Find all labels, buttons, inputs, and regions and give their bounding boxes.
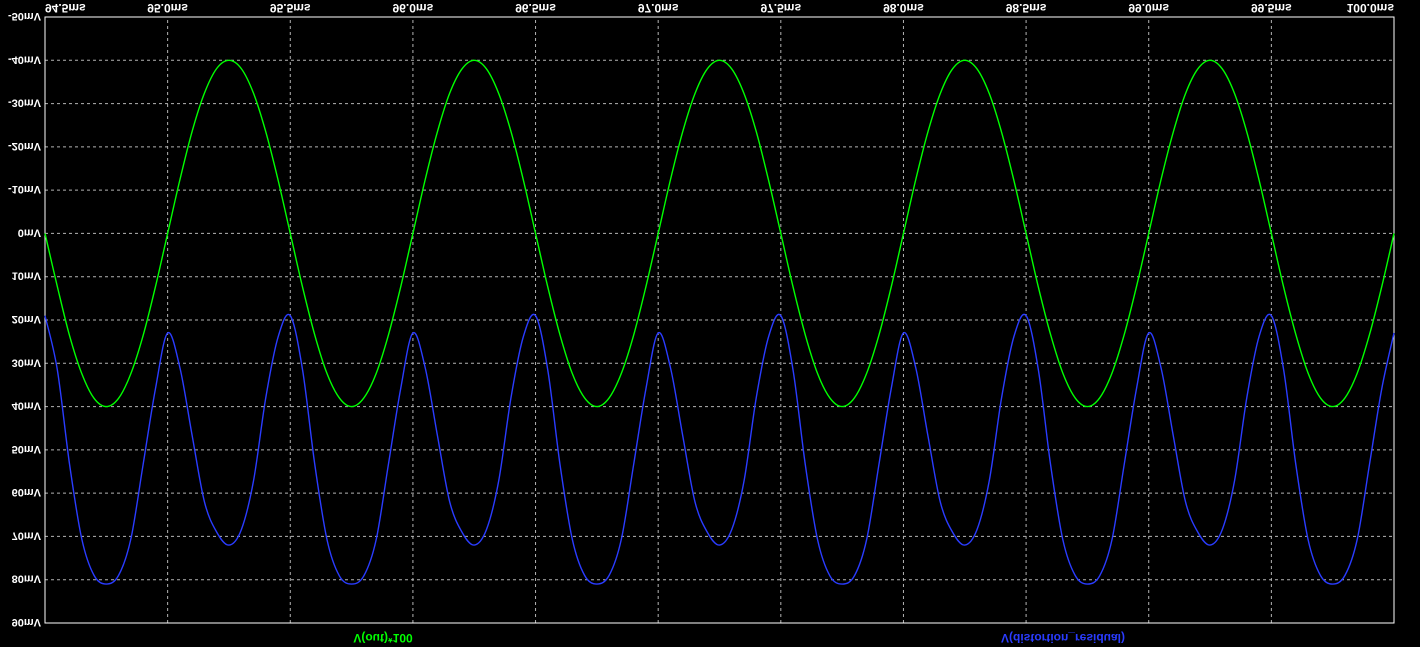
y-tick-label: 0mV <box>18 226 42 238</box>
grid-layer <box>45 17 1394 623</box>
y-tick-label: 60mV <box>12 486 42 498</box>
x-tick-label: 97.0ms <box>638 1 679 15</box>
x-tick-label: 100.0ms <box>1347 1 1395 15</box>
y-tick-label: 40mV <box>12 400 42 412</box>
x-tick-label: 99.5ms <box>1251 1 1292 15</box>
y-tick-label: 30mV <box>12 356 42 368</box>
legend-layer: V(out)*100 V(distortion_residual) <box>353 631 1125 645</box>
y-tick-label: 80mV <box>12 573 42 585</box>
y-tick-label: -20mV <box>8 140 42 152</box>
x-tick-label: 94.5ms <box>45 1 86 15</box>
y-tick-label: 20mV <box>12 313 42 325</box>
legend-label-vout[interactable]: V(out)*100 <box>353 631 413 645</box>
x-tick-label: 97.5ms <box>760 1 801 15</box>
y-tick-label: 70mV <box>12 529 42 541</box>
tick-label-layer: 94.5ms 95.0ms 95.5ms 96.0ms 96.5ms 97.0ms 97.5… <box>8 1 1394 628</box>
y-tick-label: 10mV <box>12 270 42 282</box>
x-tick-label: 95.5ms <box>270 1 311 15</box>
y-tick-label: -30mV <box>8 97 42 109</box>
y-tick-label: 50mV <box>12 443 42 455</box>
mirrored-plot-layer: 94.5ms 95.0ms 95.5ms 96.0ms 96.5ms 97.0ms 97.5… <box>8 1 1395 645</box>
y-tick-label: 90mV <box>12 616 42 628</box>
waveform-plot: 94.5ms 95.0ms 95.5ms 96.0ms 96.5ms 97.0ms 97.5… <box>0 0 1420 647</box>
x-tick-label: 96.0ms <box>393 1 434 15</box>
x-tick-label: 99.0ms <box>1128 1 1169 15</box>
x-tick-label: 98.5ms <box>1006 1 1047 15</box>
y-tick-label: -10mV <box>8 183 42 195</box>
legend-label-distortion-residual[interactable]: V(distortion_residual) <box>1001 631 1125 645</box>
series-line-distortion-residual[interactable] <box>44 313 1395 585</box>
x-tick-label: 96.5ms <box>515 1 556 15</box>
y-tick-label: -50mV <box>8 10 42 22</box>
series-layer <box>44 59 1395 585</box>
x-tick-label: 95.0ms <box>147 1 188 15</box>
x-tick-label: 98.0ms <box>883 1 924 15</box>
y-tick-label: -40mV <box>8 53 42 65</box>
